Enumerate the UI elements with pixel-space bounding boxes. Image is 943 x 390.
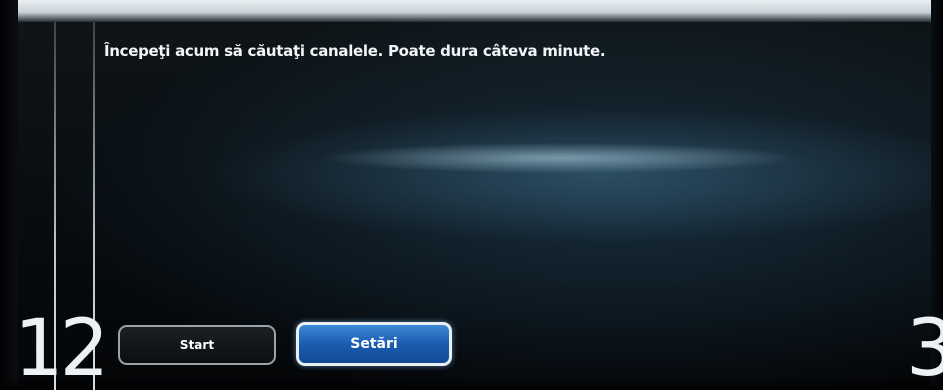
top-bezel	[0, 0, 943, 22]
settings-button[interactable]: Setări	[296, 322, 452, 366]
start-button-label: Start	[179, 338, 215, 352]
settings-button-label: Setări	[350, 336, 398, 352]
bottom-bezel	[0, 378, 943, 390]
next-step-number: 3	[906, 304, 943, 390]
start-button[interactable]: Start	[118, 325, 276, 365]
tv-install-screen: Începeţi acum să căutaţi canalele. Poate…	[0, 0, 943, 390]
previous-step-number: 12	[14, 304, 109, 390]
instruction-text: Începeţi acum să căutaţi canalele. Poate…	[104, 42, 606, 60]
